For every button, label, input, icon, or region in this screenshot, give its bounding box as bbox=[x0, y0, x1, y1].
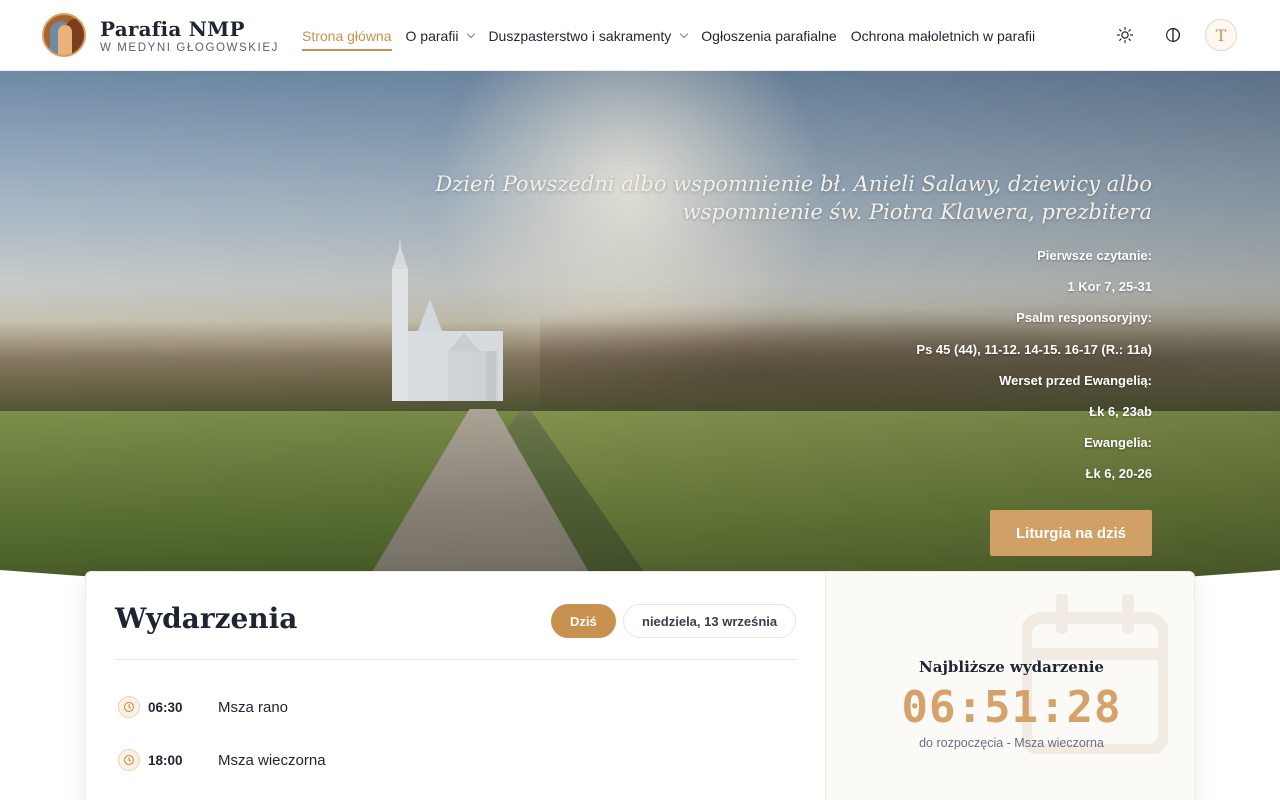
reading-ref: 1 Kor 7, 25-31 bbox=[1067, 279, 1152, 295]
clock-icon bbox=[118, 749, 140, 771]
event-time: 18:00 bbox=[148, 752, 183, 768]
chevron-down-icon bbox=[467, 29, 476, 38]
nav-item-label: Strona główna bbox=[302, 27, 392, 44]
list-item[interactable]: 18:00 Msza wieczorna bbox=[118, 748, 326, 772]
header-actions: T bbox=[1093, 19, 1237, 51]
parish-logo bbox=[42, 13, 86, 57]
next-event-panel: Najbliższe wydarzenie 06:51:28 do rozpoc… bbox=[825, 572, 1194, 800]
liturgy-today-button[interactable]: Liturgia na dziś bbox=[990, 510, 1152, 556]
nav-item-child-protection[interactable]: Ochrona małoletnich w parafii bbox=[851, 0, 1035, 71]
nav-item-announcements[interactable]: Ogłoszenia parafialne bbox=[701, 0, 836, 71]
brand[interactable]: Parafia NMP W MEDYNI GŁOGOWSKIEJ bbox=[42, 13, 279, 57]
reading-ref: Łk 6, 20-26 bbox=[1085, 466, 1153, 482]
brand-title: Parafia NMP bbox=[100, 16, 245, 41]
reading-label: Ewangelia: bbox=[1084, 435, 1152, 451]
contrast-icon bbox=[1166, 28, 1180, 42]
theme-toggle-button[interactable] bbox=[1109, 19, 1141, 51]
clock-icon bbox=[118, 696, 140, 718]
events-list-panel: Wydarzenia Dziś niedziela, 13 września 0… bbox=[86, 572, 826, 800]
event-time: 06:30 bbox=[148, 699, 183, 715]
events-title: Wydarzenia bbox=[115, 602, 298, 635]
nav-item-about[interactable]: O parafii bbox=[405, 0, 476, 71]
divider bbox=[115, 659, 797, 660]
reading-label: Psalm responsoryjny: bbox=[1016, 310, 1152, 326]
reading-ref: Łk 6, 23ab bbox=[1089, 404, 1152, 420]
event-name: Msza rano bbox=[218, 698, 289, 716]
site-header: Parafia NMP W MEDYNI GŁOGOWSKIEJ Strona … bbox=[0, 0, 1280, 71]
nav-item-label: O parafii bbox=[405, 27, 459, 44]
nav-item-ministry[interactable]: Duszpasterstwo i sakramenty bbox=[488, 0, 689, 71]
events-card: Wydarzenia Dziś niedziela, 13 września 0… bbox=[85, 571, 1195, 800]
avatar[interactable]: T bbox=[1205, 19, 1237, 51]
nav-item-label: Duszpasterstwo i sakramenty bbox=[488, 27, 672, 44]
countdown-caption: do rozpoczęcia - Msza wieczorna bbox=[919, 736, 1104, 750]
countdown-timer: 06:51:28 bbox=[901, 682, 1122, 733]
reading-label: Werset przed Ewangelią: bbox=[999, 372, 1152, 388]
date-picker-button[interactable]: niedziela, 13 września bbox=[623, 604, 797, 638]
main-nav: Strona główna O parafii Duszpasterstwo i… bbox=[302, 0, 1049, 71]
hero-banner: Dzień Powszedni albo wspomnienie bł. Ani… bbox=[0, 71, 1280, 601]
brand-subtitle: W MEDYNI GŁOGOWSKIEJ bbox=[100, 41, 279, 54]
feast-title: Dzień Powszedni albo wspomnienie bł. Ani… bbox=[435, 172, 1152, 224]
chevron-down-icon bbox=[680, 29, 689, 38]
next-event-label: Najbliższe wydarzenie bbox=[919, 658, 1104, 676]
event-name: Msza wieczorna bbox=[218, 751, 326, 769]
nav-item-home[interactable]: Strona główna bbox=[302, 0, 392, 71]
nav-item-label: Ogłoszenia parafialne bbox=[701, 27, 837, 44]
sun-icon bbox=[1116, 26, 1134, 44]
reading-ref: Ps 45 (44), 11-12. 14-15. 16-17 (R.: 11a… bbox=[916, 341, 1152, 357]
reading-label: Pierwsze czytanie: bbox=[1037, 248, 1152, 263]
liturgy-info: Dzień Powszedni albo wspomnienie bł. Ani… bbox=[332, 170, 1152, 490]
contrast-toggle-button[interactable] bbox=[1157, 19, 1189, 51]
readings-list: Pierwsze czytanie: 1 Kor 7, 25-31 Psalm … bbox=[332, 240, 1152, 490]
nav-item-label: Ochrona małoletnich w parafii bbox=[850, 27, 1036, 44]
today-button[interactable]: Dziś bbox=[551, 604, 616, 638]
list-item[interactable]: 06:30 Msza rano bbox=[118, 695, 288, 719]
